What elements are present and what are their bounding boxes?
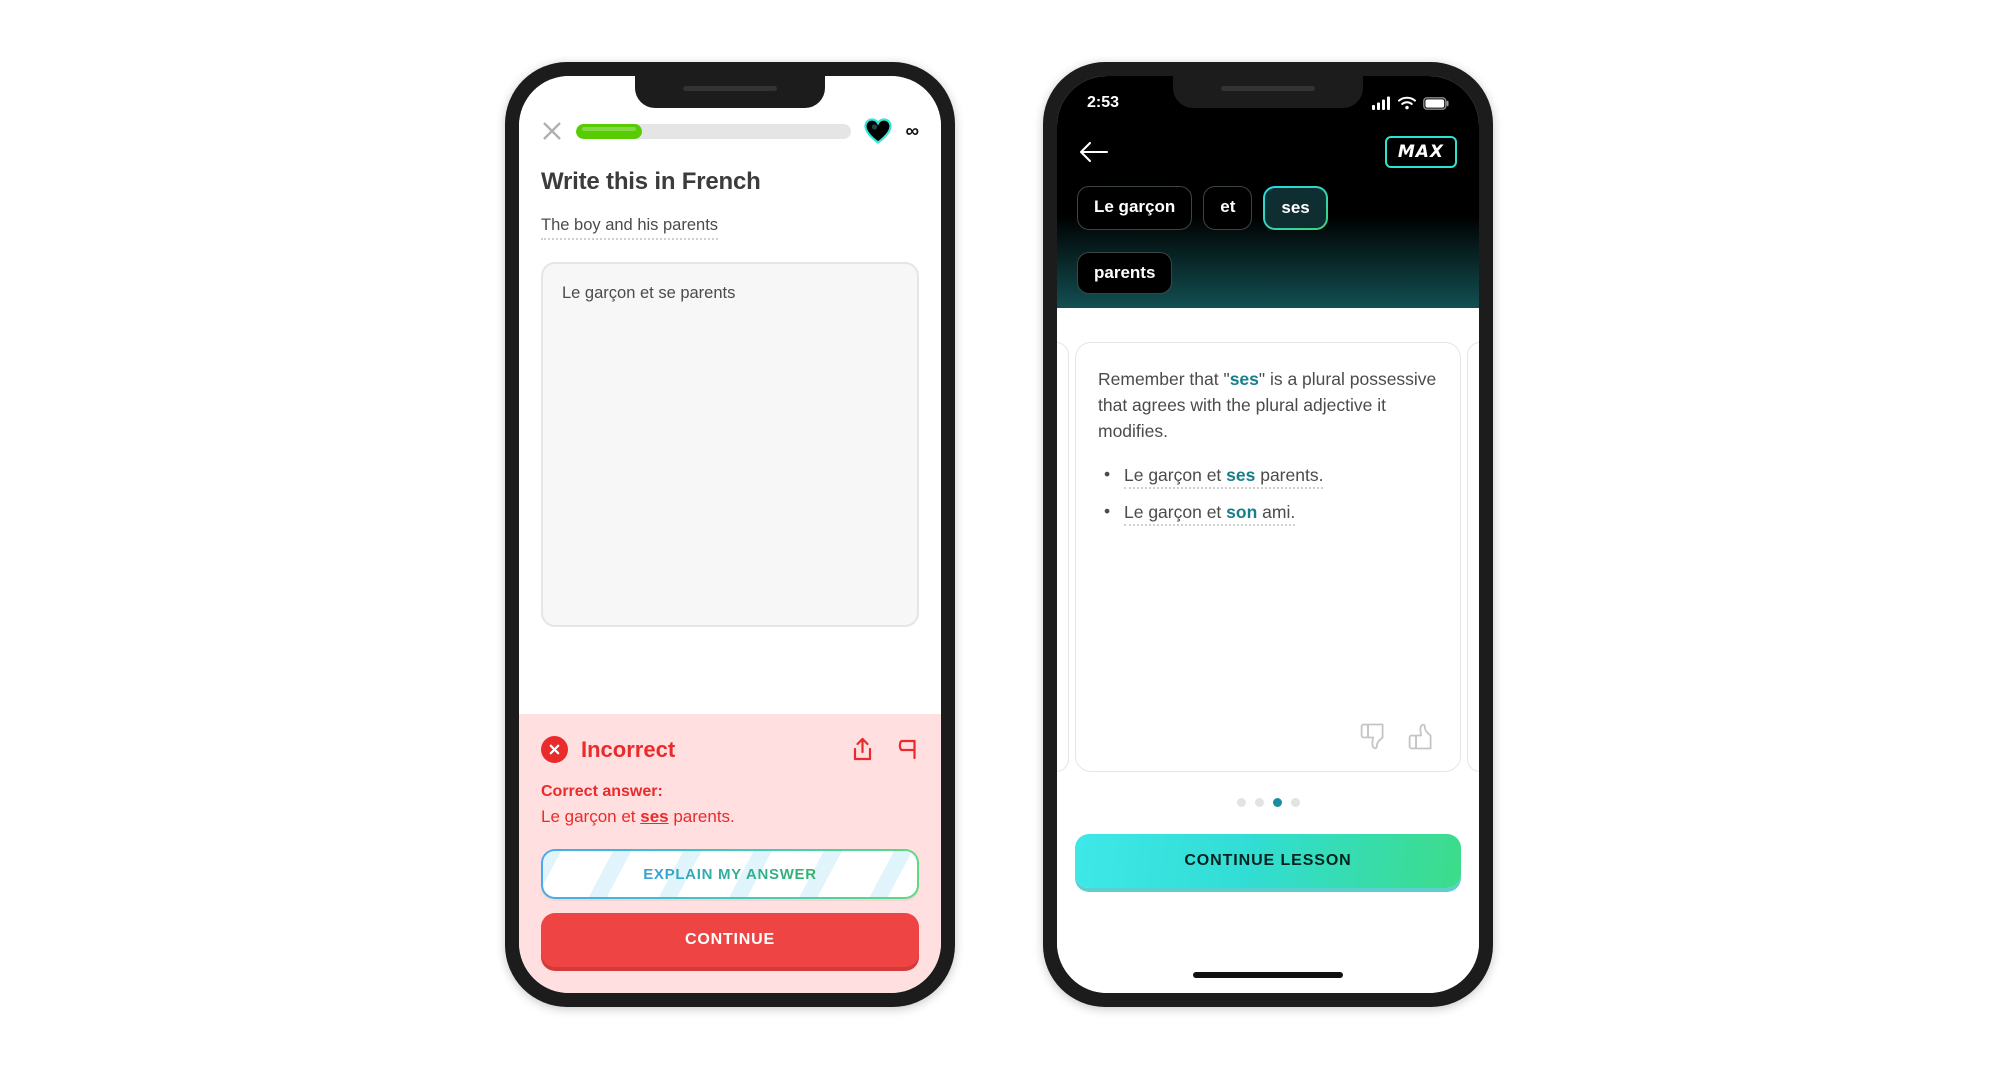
max-navbar: MAX — [1057, 122, 1479, 168]
answer-input[interactable]: Le garçon et se parents — [541, 262, 919, 627]
feedback-panel: Incorrect Correct answer: Le garçon et s… — [519, 714, 941, 993]
phone-device-right: 2:53 MAX Le garçon et ses parents Rememb… — [1043, 62, 1493, 1007]
phone-device-left: ∞ Write this in French The boy and his p… — [505, 62, 955, 1007]
feedback-actions — [851, 737, 919, 762]
phone-notch — [635, 76, 825, 108]
example-post: ami. — [1257, 501, 1296, 522]
pager-dot-active[interactable] — [1272, 798, 1282, 807]
heart-icon[interactable] — [864, 118, 893, 144]
pager-dot[interactable] — [1254, 798, 1264, 807]
exercise-topbar: ∞ — [541, 116, 919, 146]
lesson-progress-bar — [576, 123, 852, 139]
word-chip[interactable]: Le garçon — [1077, 186, 1193, 230]
explanation-intro-pre: Remember that " — [1098, 369, 1230, 389]
thumbs-down-icon[interactable] — [1360, 722, 1390, 751]
explanation-card: Remember that "ses" is a plural possessi… — [1075, 342, 1461, 772]
back-arrow-icon[interactable] — [1079, 141, 1109, 163]
prompt-sentence: The boy and his parents — [541, 216, 719, 240]
correct-answer-suffix: parents. — [668, 807, 735, 826]
max-badge: MAX — [1384, 136, 1457, 168]
word-chip[interactable]: et — [1203, 186, 1253, 230]
x-circle-icon — [541, 736, 568, 763]
cellular-signal-icon — [1372, 96, 1390, 110]
close-icon[interactable] — [541, 120, 563, 142]
infinity-icon: ∞ — [905, 120, 919, 142]
share-icon[interactable] — [851, 737, 874, 762]
feedback-thumbs — [1360, 722, 1438, 751]
flag-icon[interactable] — [896, 738, 919, 762]
sentence-chips: Le garçon et ses parents — [1057, 168, 1479, 294]
carousel-card-previous[interactable] — [1057, 342, 1069, 772]
explanation-intro-highlight: ses — [1229, 369, 1259, 389]
example-post: parents. — [1255, 464, 1324, 485]
correct-answer-text: Le garçon et ses parents. — [541, 807, 919, 827]
phone-screen-left: ∞ Write this in French The boy and his p… — [519, 76, 941, 993]
pager-dot[interactable] — [1290, 798, 1300, 807]
example-pre: Le garçon et — [1124, 501, 1227, 522]
list-item: Le garçon et ses parents. — [1098, 464, 1438, 489]
max-header: 2:53 MAX Le garçon et ses parents — [1057, 76, 1479, 308]
correct-answer-label: Correct answer: — [541, 783, 663, 800]
explanation-paragraph: Remember that "ses" is a plural possessi… — [1098, 367, 1438, 445]
correct-answer-highlight: ses — [640, 807, 669, 826]
status-indicators — [1372, 96, 1449, 110]
correct-answer-prefix: Le garçon et — [541, 807, 641, 826]
page-title: Write this in French — [541, 168, 761, 195]
example-highlight: ses — [1226, 464, 1256, 485]
thumbs-up-icon[interactable] — [1408, 722, 1438, 751]
phone-screen-right: 2:53 MAX Le garçon et ses parents Rememb… — [1057, 76, 1479, 993]
explain-my-answer-button[interactable]: EXPLAIN MY ANSWER — [541, 849, 919, 899]
phone-notch-right — [1173, 76, 1363, 108]
status-time: 2:53 — [1087, 94, 1120, 111]
continue-button[interactable]: CONTINUE — [541, 913, 919, 967]
explanation-body: Remember that "ses" is a plural possessi… — [1057, 308, 1479, 993]
word-chip-selected[interactable]: ses — [1263, 186, 1327, 230]
example-list: Le garçon et ses parents. Le garçon et s… — [1098, 464, 1438, 526]
carousel-pager — [1057, 798, 1479, 807]
pager-dot[interactable] — [1236, 798, 1246, 807]
feedback-status: Incorrect — [581, 736, 676, 762]
home-indicator — [1193, 972, 1343, 978]
word-chip[interactable]: parents — [1077, 252, 1173, 294]
feedback-header: Incorrect — [541, 736, 919, 763]
continue-lesson-button[interactable]: CONTINUE LESSON — [1075, 834, 1461, 888]
carousel-card-next[interactable] — [1467, 342, 1479, 772]
continue-lesson-label: CONTINUE LESSON — [1184, 852, 1352, 869]
continue-button-label: CONTINUE — [685, 931, 775, 948]
wifi-icon — [1398, 96, 1416, 110]
lesson-progress-fill — [576, 123, 643, 139]
example-pre: Le garçon et — [1124, 464, 1227, 485]
example-highlight: son — [1226, 501, 1258, 522]
explain-my-answer-label: EXPLAIN MY ANSWER — [643, 865, 817, 883]
list-item: Le garçon et son ami. — [1098, 501, 1438, 526]
battery-icon — [1423, 96, 1449, 110]
